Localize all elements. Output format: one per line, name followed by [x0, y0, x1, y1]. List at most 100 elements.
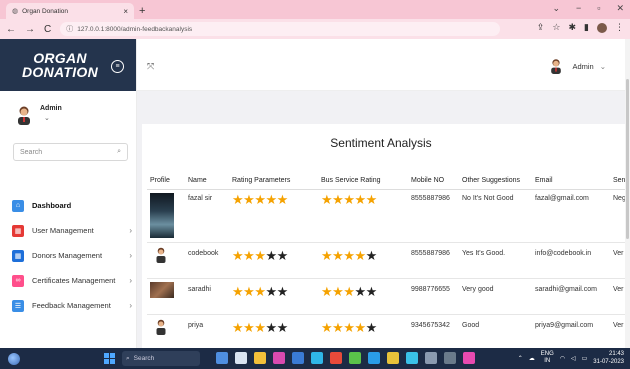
- app-icon[interactable]: [216, 352, 228, 364]
- menu-toggle-icon[interactable]: ≡: [111, 60, 124, 73]
- header-user-menu[interactable]: Admin ⌄: [548, 58, 606, 74]
- star-icon: ★: [343, 319, 355, 335]
- taskbar-search-input[interactable]: ⌕ Search: [122, 351, 200, 366]
- app-icon[interactable]: [425, 352, 437, 364]
- star-icon: ★: [321, 283, 333, 299]
- app-icon[interactable]: [330, 352, 342, 364]
- close-window-button[interactable]: ✕: [616, 3, 624, 14]
- chevron-up-icon[interactable]: ⌃: [518, 355, 523, 362]
- app-icon[interactable]: [444, 352, 456, 364]
- bus-rating-stars: ★★★★★: [321, 248, 377, 263]
- sidebar-user[interactable]: Admin ⌄: [14, 105, 62, 125]
- star-icon: ★: [321, 191, 333, 207]
- infinity-icon: ∞: [12, 274, 24, 287]
- star-icon: ★: [354, 247, 366, 263]
- maximize-button[interactable]: ▫: [597, 3, 600, 14]
- star-icon: ★: [232, 247, 244, 263]
- sidebar-item-feedback-management[interactable]: ☰ Feedback Management ›: [12, 293, 132, 318]
- app-icon[interactable]: [387, 352, 399, 364]
- star-icon: ★: [343, 191, 355, 207]
- battery-icon[interactable]: ▭: [582, 355, 588, 362]
- wifi-icon[interactable]: ◠: [560, 355, 565, 362]
- app-icon[interactable]: [349, 352, 361, 364]
- row-mobile: 9345675342: [408, 314, 459, 348]
- expand-icon[interactable]: ⤧: [147, 61, 154, 72]
- site-info-icon[interactable]: ⓘ: [66, 24, 73, 34]
- star-icon: ★: [276, 191, 289, 207]
- app-icon[interactable]: [273, 352, 285, 364]
- table-row: saradhi ★★★★★ ★★★★★ 9988776655 Very good…: [147, 278, 630, 315]
- profile-image: [150, 192, 174, 238]
- star-icon: ★: [243, 247, 255, 263]
- app-icon[interactable]: [311, 352, 323, 364]
- star-icon: ★: [321, 319, 333, 335]
- chevron-down-icon[interactable]: ⌄: [44, 114, 62, 122]
- sidebar-search-input[interactable]: Search ⌕: [13, 143, 128, 161]
- back-arrow-icon[interactable]: ←: [6, 24, 16, 35]
- network-icon[interactable]: ☁: [529, 355, 535, 362]
- page-scrollbar[interactable]: [625, 39, 630, 348]
- kebab-menu-icon[interactable]: ⋮: [615, 22, 624, 33]
- row-suggestion: Good: [459, 314, 532, 348]
- reload-icon[interactable]: C: [44, 24, 51, 35]
- star-icon: ★: [265, 247, 277, 263]
- app-icon[interactable]: [292, 352, 304, 364]
- chevron-right-icon: ›: [129, 226, 132, 235]
- row-name: fazal sir: [185, 189, 229, 243]
- table-header-row: Profile Name Rating Parameters Bus Servi…: [147, 172, 630, 190]
- forward-arrow-icon[interactable]: →: [25, 24, 35, 35]
- system-clock[interactable]: 21:43 31-07-2023: [593, 350, 624, 366]
- list-icon: ☰: [12, 299, 24, 312]
- tab-search-icon[interactable]: ⌄: [552, 3, 560, 14]
- star-icon: ★: [254, 283, 266, 299]
- weather-icon[interactable]: [8, 352, 20, 365]
- scrollbar-thumb[interactable]: [626, 79, 629, 239]
- browser-tab[interactable]: ◍ Organ Donation ×: [6, 3, 134, 19]
- sidebar-item-donors-management[interactable]: ▦ Donors Management ›: [12, 243, 132, 268]
- language-indicator[interactable]: ENG IN: [541, 351, 554, 365]
- col-profile: Profile: [147, 172, 185, 190]
- star-icon: ★: [276, 283, 289, 299]
- row-mobile: 8555887986: [408, 242, 459, 279]
- star-icon: ★: [365, 283, 378, 299]
- star-icon: ★: [265, 191, 277, 207]
- url-text: 127.0.0.1:8000/admin-feedbackanalysis: [77, 25, 193, 33]
- app-icon[interactable]: [368, 352, 380, 364]
- app-icon[interactable]: [406, 352, 418, 364]
- star-icon: ★: [354, 319, 366, 335]
- app-icon[interactable]: [463, 352, 475, 364]
- top-header: ⤧ Admin ⌄: [137, 39, 630, 91]
- bus-rating-stars: ★★★★★: [321, 284, 377, 299]
- profile-avatar[interactable]: [597, 22, 607, 33]
- row-email: info@codebook.in: [532, 242, 610, 279]
- globe-icon: ◍: [12, 8, 19, 15]
- star-icon: ★: [243, 283, 255, 299]
- minimize-button[interactable]: −: [576, 3, 581, 14]
- address-bar[interactable]: ⓘ 127.0.0.1:8000/admin-feedbackanalysis: [60, 22, 501, 36]
- app-icon[interactable]: [254, 352, 266, 364]
- new-tab-button[interactable]: +: [139, 5, 145, 17]
- sidebar-item-certificates-management[interactable]: ∞ Certificates Management ›: [12, 268, 132, 293]
- sidebar-item-dashboard[interactable]: ⌂ Dashboard: [12, 193, 132, 218]
- star-icon: ★: [254, 319, 266, 335]
- brand-header: ORGAN DONATION ≡: [0, 39, 136, 91]
- star-icon[interactable]: ☆: [552, 22, 560, 33]
- search-icon[interactable]: ⌕: [117, 148, 121, 156]
- sidebar-item-user-management[interactable]: ▦ User Management ›: [12, 218, 132, 243]
- row-name: codebook: [185, 242, 229, 279]
- sidebar: ORGAN DONATION ≡ Admin ⌄ Search ⌕ ⌂ Dash…: [0, 39, 137, 348]
- brand-logo[interactable]: ORGAN DONATION: [22, 51, 98, 79]
- extensions-icon[interactable]: ✱: [569, 22, 577, 33]
- share-icon[interactable]: ⇪: [537, 22, 545, 33]
- app-icon[interactable]: [235, 352, 247, 364]
- sidepanel-icon[interactable]: ▮: [584, 22, 589, 33]
- row-name: saradhi: [185, 278, 229, 315]
- star-icon: ★: [232, 319, 244, 335]
- star-icon: ★: [276, 247, 289, 263]
- user-name: Admin: [40, 105, 62, 112]
- row-name: priya: [185, 314, 229, 348]
- volume-icon[interactable]: ◁: [571, 355, 576, 362]
- windows-start-icon[interactable]: [104, 353, 115, 364]
- tab-close-icon[interactable]: ×: [123, 7, 128, 16]
- star-icon: ★: [332, 319, 344, 335]
